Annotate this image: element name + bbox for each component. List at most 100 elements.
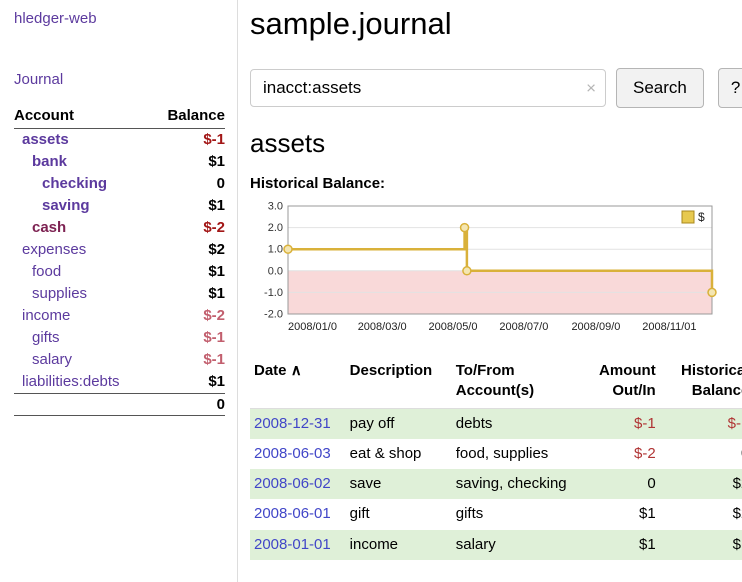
accounts-total-row: 0	[14, 394, 225, 416]
register-col-date[interactable]: Date ∧	[250, 357, 346, 408]
account-row: checking 0	[14, 173, 225, 195]
app-window: hledger-web Journal Account Balance asse…	[0, 0, 742, 582]
accounts-col-account: Account	[14, 104, 151, 129]
accounts-total-value: 0	[151, 394, 225, 416]
account-link[interactable]: liabilities:debts	[14, 373, 120, 390]
svg-text:$: $	[698, 210, 705, 224]
chart-title: Historical Balance:	[250, 175, 742, 192]
svg-text:1.0: 1.0	[268, 244, 283, 256]
svg-text:-2.0: -2.0	[264, 309, 283, 321]
register-row: 2008-01-01incomesalary$1$1	[250, 530, 742, 560]
transaction-amount: $-1	[574, 408, 659, 439]
account-row: assets $-1	[14, 129, 225, 152]
search-button[interactable]: Search	[616, 68, 704, 108]
account-link[interactable]: saving	[14, 197, 90, 214]
register-col-balance: Historical Balance	[660, 357, 742, 408]
search-box: ×	[250, 69, 606, 107]
account-balance: $-1	[151, 349, 225, 371]
svg-text:2008/05/0: 2008/05/0	[429, 321, 478, 333]
register-col-accounts: To/From Account(s)	[452, 357, 575, 408]
transaction-date-link[interactable]: 2008-06-02	[254, 475, 331, 492]
transaction-description: save	[346, 469, 452, 499]
account-link[interactable]: gifts	[14, 329, 60, 346]
transaction-description: eat & shop	[346, 439, 452, 469]
transaction-accounts: food, supplies	[452, 439, 575, 469]
account-balance: $1	[151, 283, 225, 305]
help-button[interactable]: ?	[718, 68, 742, 108]
account-row: bank $1	[14, 151, 225, 173]
account-balance: $1	[151, 371, 225, 394]
transaction-accounts: saving, checking	[452, 469, 575, 499]
register-col-amount: Amount Out/In	[574, 357, 659, 408]
transaction-description: gift	[346, 499, 452, 529]
svg-text:2008/09/0: 2008/09/0	[571, 321, 620, 333]
transaction-amount: $1	[574, 499, 659, 529]
transaction-amount: $1	[574, 530, 659, 560]
transaction-amount: 0	[574, 469, 659, 499]
balance-chart-svg: 3.0 2.0 1.0 0.0 -1.0 -2.0 2008/01/0 2008/03/0 20…	[250, 198, 718, 338]
account-row: saving$1	[14, 195, 225, 217]
account-balance: $-1	[151, 129, 225, 152]
transaction-description: pay off	[346, 408, 452, 439]
transaction-date-link[interactable]: 2008-01-01	[254, 536, 331, 553]
transaction-date-link[interactable]: 2008-06-01	[254, 505, 331, 522]
register-row: 2008-06-03eat & shopfood, supplies$-20	[250, 439, 742, 469]
account-heading: assets	[250, 128, 742, 159]
account-row: income $-2	[14, 305, 225, 327]
svg-text:3.0: 3.0	[268, 201, 283, 213]
account-balance: $-2	[151, 305, 225, 327]
account-row: salary $-1	[14, 349, 225, 371]
svg-text:2008/11/01: 2008/11/01	[642, 321, 696, 333]
account-link[interactable]: bank	[14, 153, 67, 170]
transaction-date-link[interactable]: 2008-12-31	[254, 415, 331, 432]
account-row: expenses $2	[14, 239, 225, 261]
svg-text:2008/07/0: 2008/07/0	[499, 321, 548, 333]
account-balance: $-2	[151, 217, 225, 239]
transaction-date-link[interactable]: 2008-06-03	[254, 445, 331, 462]
transaction-accounts: salary	[452, 530, 575, 560]
transaction-balance: $-1	[660, 408, 742, 439]
svg-text:2.0: 2.0	[268, 222, 283, 234]
transaction-balance: 0	[660, 439, 742, 469]
accounts-col-balance: Balance	[151, 104, 225, 129]
register-row: 2008-06-02 savesaving, checking0$2	[250, 469, 742, 499]
account-link[interactable]: checking	[14, 175, 107, 192]
sidebar: hledger-web Journal Account Balance asse…	[0, 0, 238, 582]
account-link[interactable]: salary	[14, 351, 72, 368]
svg-text:2008/03/0: 2008/03/0	[358, 321, 407, 333]
account-row: food $1	[14, 261, 225, 283]
main-content: sample.journal × Search ? assets Histori…	[238, 0, 742, 582]
brand-link[interactable]: hledger-web	[14, 10, 225, 27]
account-row: cash $-2	[14, 217, 225, 239]
accounts-table: Account Balance assets $-1 bank $1 checking 0…	[14, 104, 225, 416]
search-row: × Search ?	[250, 68, 742, 108]
account-link[interactable]: expenses	[14, 241, 86, 258]
account-link[interactable]: income	[14, 307, 70, 324]
account-link[interactable]: supplies	[14, 285, 87, 302]
transaction-description: income	[346, 530, 452, 560]
nav-journal-link[interactable]: Journal	[14, 71, 225, 88]
search-input[interactable]	[250, 69, 606, 107]
register-row: 2008-12-31pay offdebts$-1$-1	[250, 408, 742, 439]
page-title: sample.journal	[250, 6, 742, 42]
transaction-accounts: gifts	[452, 499, 575, 529]
account-balance: $-1	[151, 327, 225, 349]
svg-text:0.0: 0.0	[268, 265, 283, 277]
clear-search-icon[interactable]: ×	[586, 80, 596, 97]
account-link[interactable]: cash	[14, 219, 66, 236]
account-balance: $2	[151, 239, 225, 261]
sort-asc-icon: ∧	[291, 362, 302, 379]
svg-text:2008/01/0: 2008/01/0	[288, 321, 337, 333]
account-link[interactable]: assets	[14, 131, 69, 148]
account-link[interactable]: food	[14, 263, 61, 280]
account-balance: $1	[151, 261, 225, 283]
account-row: liabilities:debts $1	[14, 371, 225, 394]
account-balance: $1	[151, 151, 225, 173]
account-row: gifts $-1	[14, 327, 225, 349]
transaction-balance: $2	[660, 469, 742, 499]
register-row: 2008-06-01giftgifts$1$2	[250, 499, 742, 529]
svg-text:-1.0: -1.0	[264, 287, 283, 299]
register-col-description: Description	[346, 357, 452, 408]
account-row: supplies $1	[14, 283, 225, 305]
account-balance: 0	[151, 173, 225, 195]
